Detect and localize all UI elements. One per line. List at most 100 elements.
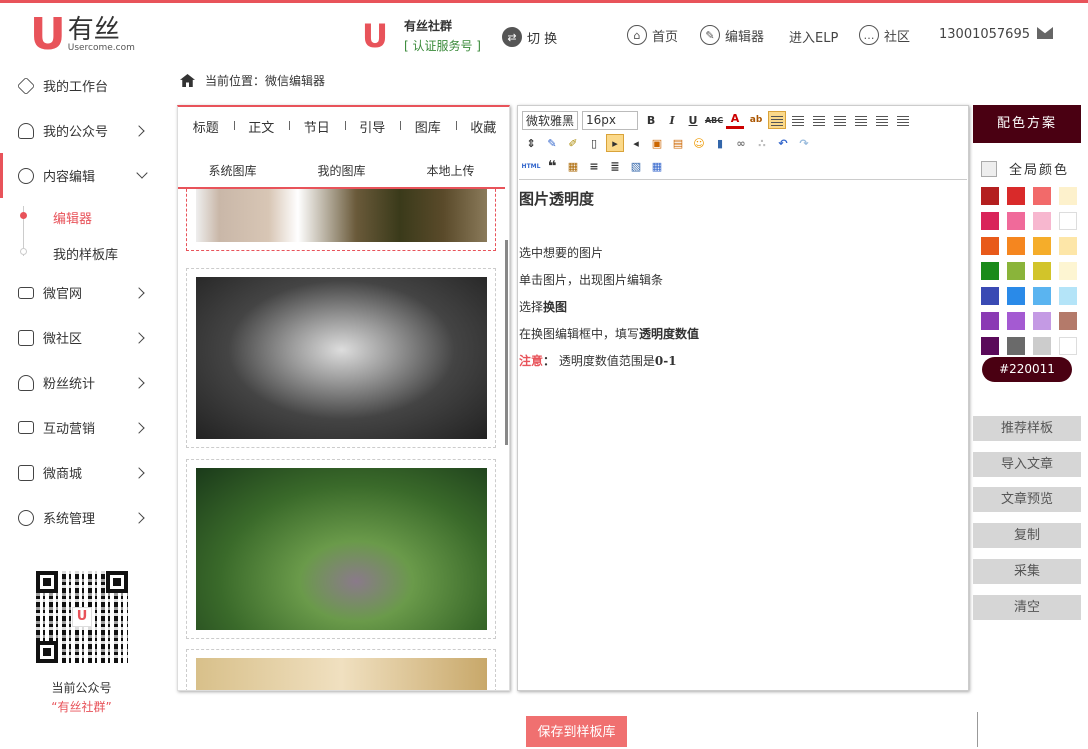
subtab-my-gallery[interactable]: 我的图库 — [287, 162, 396, 179]
tab-title[interactable]: 标题 — [178, 117, 234, 136]
color-swatch[interactable] — [1007, 237, 1025, 255]
date-icon[interactable]: ▦ — [564, 157, 582, 175]
italic-button[interactable]: I — [663, 111, 681, 129]
ltr-icon[interactable]: ▸ — [606, 134, 624, 152]
color-swatch[interactable] — [1033, 262, 1051, 280]
nav-community[interactable]: … 社区 — [859, 25, 910, 45]
color-swatch[interactable] — [1033, 312, 1051, 330]
image-card[interactable] — [186, 649, 496, 690]
sidebar-item-microsite[interactable]: 微官网 — [0, 270, 163, 315]
nav-home[interactable]: ⌂ 首页 — [627, 25, 678, 45]
video-icon[interactable]: ▮ — [711, 134, 729, 152]
ordered-list-icon[interactable]: ≡ — [585, 157, 603, 175]
preview-article-button[interactable]: 文章预览 — [973, 487, 1081, 512]
align-right-button[interactable] — [789, 111, 807, 129]
mail-icon[interactable] — [1037, 27, 1053, 39]
color-swatch[interactable] — [1059, 212, 1077, 230]
tab-gallery[interactable]: 图库 — [400, 117, 456, 136]
sidebar-item-shop[interactable]: 微商城 — [0, 450, 163, 495]
color-swatch[interactable] — [981, 262, 999, 280]
font-color-button[interactable]: A — [726, 111, 745, 129]
global-color-toggle[interactable]: 全局颜色 — [981, 159, 1069, 178]
align-left-button[interactable] — [768, 111, 787, 129]
image-card[interactable] — [186, 189, 496, 251]
format-brush-icon[interactable]: ✐ — [564, 134, 582, 152]
submenu-editor[interactable]: 编辑器 — [53, 208, 92, 227]
paste-icon[interactable]: ▧ — [627, 157, 645, 175]
clear-button[interactable]: 清空 — [973, 595, 1081, 620]
subtab-system-gallery[interactable]: 系统图库 — [178, 162, 287, 179]
sidebar-item-content-edit[interactable]: 内容编辑 — [0, 153, 163, 198]
link-icon[interactable]: ∞ — [732, 134, 750, 152]
color-swatch[interactable] — [1007, 337, 1025, 355]
color-swatch[interactable] — [981, 337, 999, 355]
color-swatch[interactable] — [1007, 187, 1025, 205]
sidebar-item-workbench[interactable]: 我的工作台 — [0, 63, 163, 108]
tab-favorites[interactable]: 收藏 — [455, 117, 510, 136]
page-icon[interactable]: ▯ — [585, 134, 603, 152]
save-to-templates-button[interactable]: 保存到样板库 — [526, 716, 627, 747]
color-swatch[interactable] — [981, 312, 999, 330]
emoji-icon[interactable]: ☺ — [690, 134, 708, 152]
copy-button[interactable]: 复制 — [973, 523, 1081, 548]
color-swatch[interactable] — [981, 287, 999, 305]
table-icon[interactable]: ▦ — [648, 157, 666, 175]
unlink-icon[interactable]: ∴ — [753, 134, 771, 152]
strikethrough-button[interactable]: ABC — [705, 111, 723, 129]
highlight-button[interactable]: ab — [747, 111, 765, 129]
import-article-button[interactable]: 导入文章 — [973, 452, 1081, 477]
color-swatch[interactable] — [1059, 312, 1077, 330]
rtl-icon[interactable]: ◂ — [627, 134, 645, 152]
row-spacing-icon[interactable]: ⇕ — [522, 134, 540, 152]
html-source-icon[interactable]: HTML — [522, 157, 541, 175]
sidebar-item-fan-stats[interactable]: 粉丝统计 — [0, 360, 163, 405]
align-center-button[interactable] — [810, 111, 828, 129]
nav-elp[interactable]: 进入ELP — [789, 27, 838, 46]
paragraph-spacing-button[interactable] — [894, 111, 912, 129]
color-swatch[interactable] — [1059, 337, 1077, 355]
sidebar-item-community[interactable]: 微社区 — [0, 315, 163, 360]
bold-button[interactable]: B — [642, 111, 660, 129]
image-icon[interactable]: ▣ — [648, 134, 666, 152]
collect-button[interactable]: 采集 — [973, 559, 1081, 584]
color-swatch[interactable] — [1059, 262, 1077, 280]
line-spacing-button[interactable] — [873, 111, 891, 129]
subtab-upload[interactable]: 本地上传 — [396, 162, 505, 179]
logo[interactable]: U 有丝 Usercome.com — [30, 13, 135, 57]
tab-body[interactable]: 正文 — [233, 117, 290, 136]
align-justify-button[interactable] — [831, 111, 849, 129]
user-phone[interactable]: 13001057695 — [939, 27, 1030, 42]
color-swatch[interactable] — [1059, 287, 1077, 305]
tab-guide[interactable]: 引导 — [344, 117, 401, 136]
color-swatch[interactable] — [1007, 312, 1025, 330]
sidebar-item-marketing[interactable]: 互动营销 — [0, 405, 163, 450]
recommend-template-button[interactable]: 推荐样板 — [973, 416, 1081, 441]
blockquote-icon[interactable]: ❝ — [543, 157, 561, 175]
font-size-select[interactable]: 16px — [582, 110, 639, 130]
color-swatch[interactable] — [981, 237, 999, 255]
color-swatch[interactable] — [1033, 237, 1051, 255]
font-family-select[interactable]: 微软雅黑 — [522, 110, 579, 130]
image-card[interactable] — [186, 268, 496, 448]
color-swatch[interactable] — [1059, 187, 1077, 205]
color-swatch[interactable] — [1033, 187, 1051, 205]
color-swatch[interactable] — [1033, 337, 1051, 355]
underline-button[interactable]: U — [684, 111, 702, 129]
current-color-hex[interactable]: #220011 — [982, 357, 1072, 382]
color-swatch[interactable] — [981, 187, 999, 205]
image-card[interactable] — [186, 459, 496, 639]
submenu-my-templates[interactable]: 我的样板库 — [53, 244, 118, 263]
editor-content[interactable]: 图片透明度 选中想要的图片 单击图片，出现图片编辑条 选择换图 在换图编辑框中，… — [519, 179, 967, 689]
color-swatch[interactable] — [981, 212, 999, 230]
unordered-list-icon[interactable]: ≣ — [606, 157, 624, 175]
color-swatch[interactable] — [1007, 287, 1025, 305]
multi-image-icon[interactable]: ▤ — [669, 134, 687, 152]
color-swatch[interactable] — [1033, 212, 1051, 230]
color-swatch[interactable] — [1059, 237, 1077, 255]
switch-account-button[interactable]: ⇄ 切 换 — [502, 27, 557, 47]
redo-icon[interactable]: ↷ — [795, 134, 813, 152]
scrollbar[interactable] — [505, 240, 508, 445]
color-swatch[interactable] — [1007, 262, 1025, 280]
nav-editor[interactable]: ✎ 编辑器 — [700, 25, 764, 45]
tab-holiday[interactable]: 节日 — [289, 117, 345, 136]
